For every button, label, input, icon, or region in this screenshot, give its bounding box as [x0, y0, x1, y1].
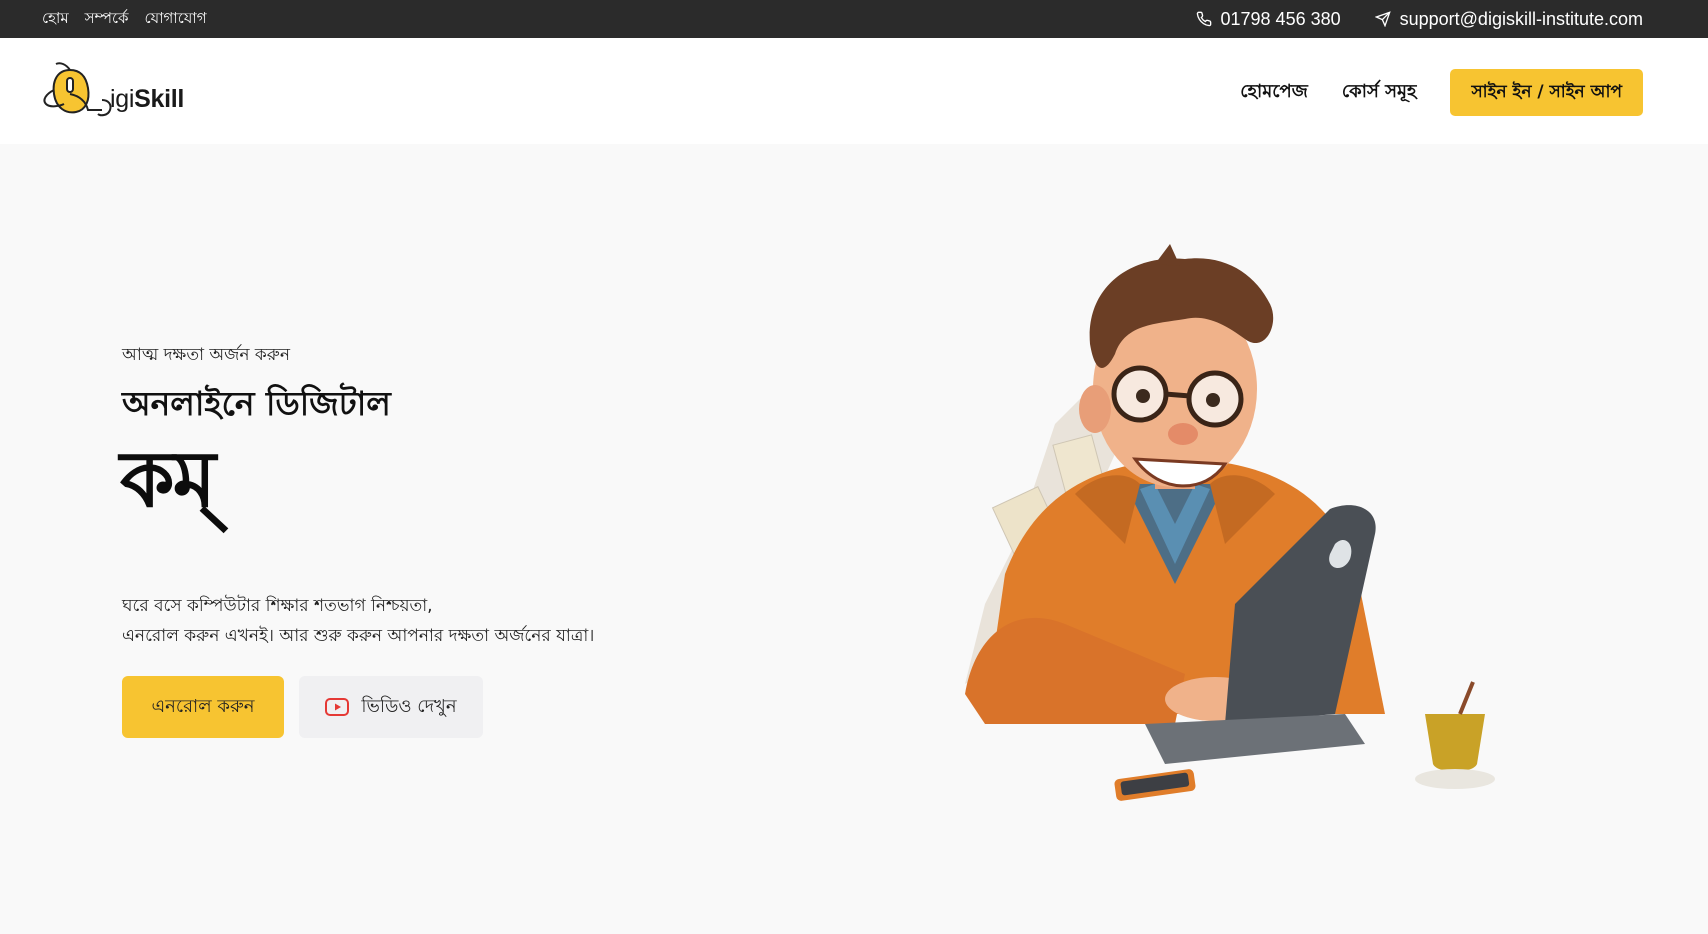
saucer [1415, 769, 1495, 789]
send-icon [1374, 11, 1391, 27]
ear [1079, 385, 1111, 433]
hero-heading: অনলাইনে ডিজিটাল [122, 384, 391, 423]
nose [1168, 423, 1198, 445]
top-link-about[interactable]: সম্পর্কে [85, 7, 129, 32]
watch-video-label: ভিডিও দেখুন [361, 695, 457, 717]
main-header: igiSkill হোমপেজ কোর্স সমূহ সাইন ইন / সাই… [0, 38, 1708, 144]
signin-button[interactable]: সাইন ইন / সাইন আপ [1450, 69, 1643, 116]
hero-illustration [965, 244, 1495, 801]
top-links: হোম সম্পর্কে যোগাযোগ [42, 0, 207, 38]
site-logo[interactable]: igiSkill [40, 60, 184, 122]
stirrer [1458, 681, 1475, 715]
phone-icon [1196, 11, 1211, 27]
email-contact[interactable]: support@digiskill-institute.com [1374, 8, 1643, 30]
hero-description: ঘরে বসে কম্পিউটার শিক্ষার শতভাগ নিশ্চয়ত… [122, 591, 594, 651]
hero-section: আত্ম দক্ষতা অর্জন করুন অনলাইনে ডিজিটাল ক… [0, 144, 1708, 934]
laptop-base [1145, 714, 1365, 764]
hero-typed-text: কম্ [120, 435, 216, 525]
hair-tuft [1155, 244, 1180, 266]
top-link-home[interactable]: হোম [42, 7, 69, 32]
youtube-icon [325, 698, 350, 716]
enroll-button[interactable]: এনরোল করুন [122, 676, 284, 738]
watch-video-button[interactable]: ভিডিও দেখুন [299, 676, 483, 738]
email-address: support@digiskill-institute.com [1399, 8, 1643, 29]
phone-contact[interactable]: 01798 456 380 [1196, 9, 1341, 30]
eye-left [1136, 389, 1150, 403]
top-contacts: 01798 456 380 support@digiskill-institut… [1196, 0, 1643, 38]
main-nav: হোমপেজ কোর্স সমূহ সাইন ইন / সাইন আপ [1240, 69, 1643, 116]
nav-courses[interactable]: কোর্স সমূহ [1342, 77, 1417, 108]
eye-right [1206, 393, 1220, 407]
nav-homepage[interactable]: হোমপেজ [1240, 77, 1308, 108]
phone-number: 01798 456 380 [1220, 8, 1341, 29]
hero-tagline: আত্ম দক্ষতা অর্জন করুন [122, 345, 290, 365]
glasses-bridge [1164, 391, 1191, 399]
hero-description-line2: এনরোল করুন এখনই। আর শুরু করুন আপনার দক্ষ… [122, 626, 595, 646]
top-bar: হোম সম্পর্কে যোগাযোগ 01798 456 380 suppo… [0, 0, 1708, 38]
logo-wordmark: igiSkill [110, 85, 185, 113]
top-link-contact[interactable]: যোগাযোগ [144, 7, 206, 32]
hero-description-line1: ঘরে বসে কম্পিউটার শিক্ষার শতভাগ নিশ্চয়ত… [122, 596, 433, 616]
coffee-cup [1425, 714, 1485, 772]
mouse-logo-icon [43, 62, 112, 117]
